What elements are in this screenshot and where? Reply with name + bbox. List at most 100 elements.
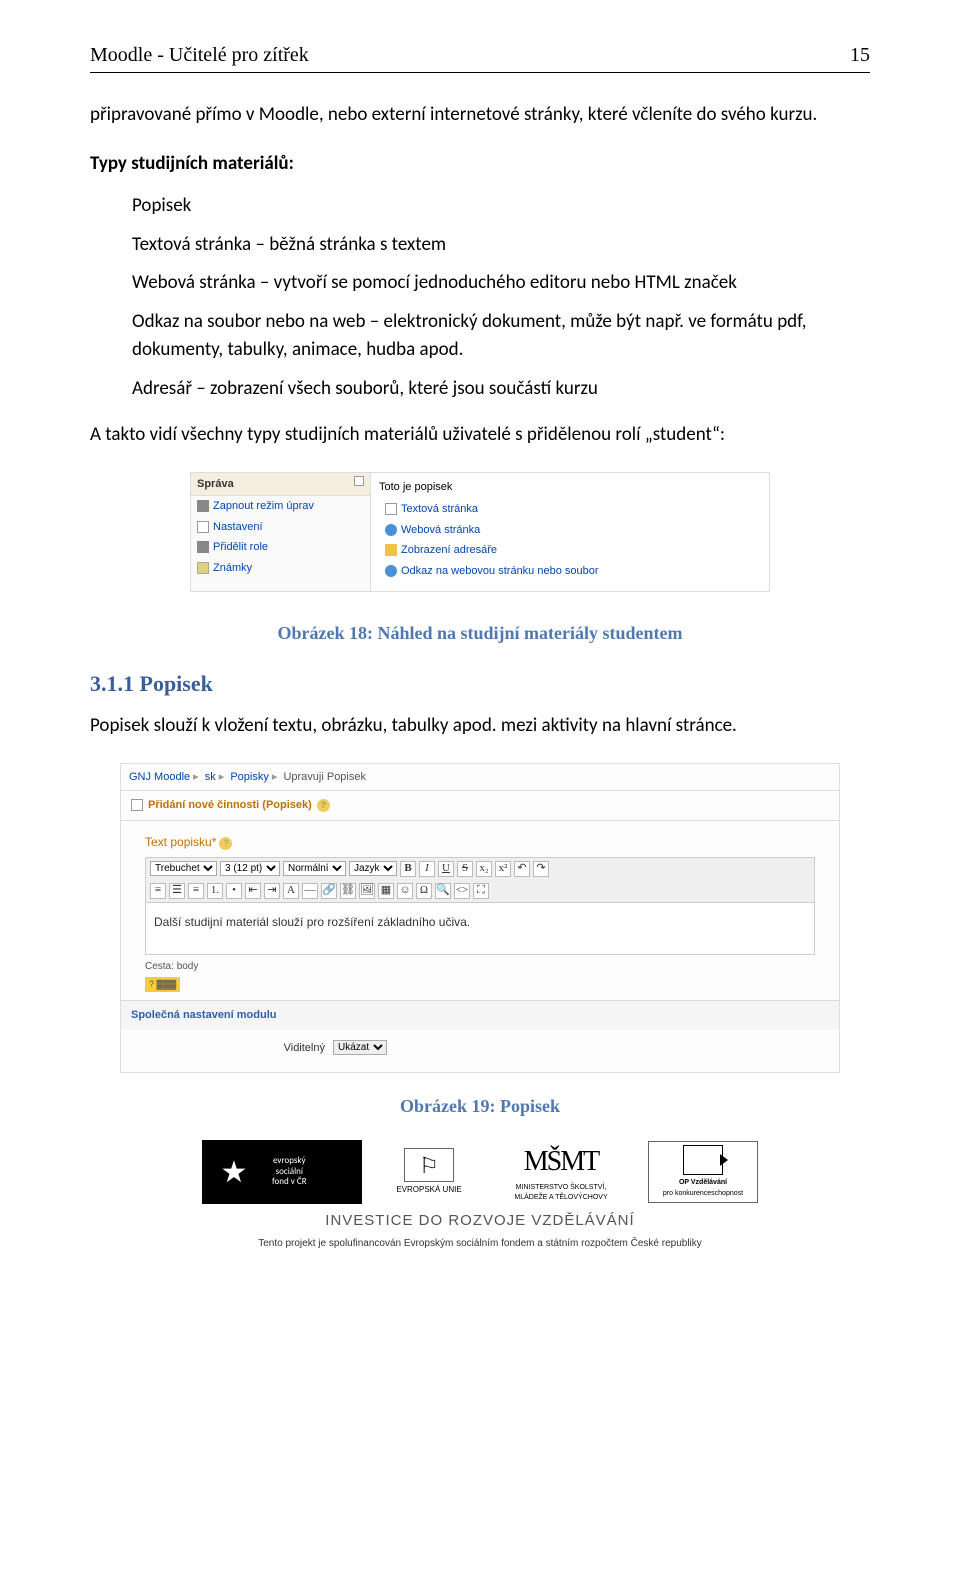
hr-button[interactable]: —: [302, 883, 318, 899]
roles-icon: [197, 541, 209, 553]
eu-logo: ⚐ EVROPSKÁ UNIE: [384, 1148, 474, 1196]
field-label: Text popisku*: [145, 833, 216, 851]
doc-icon: [197, 521, 209, 533]
eu-flag-icon: ⚐: [404, 1148, 454, 1182]
unlink-button[interactable]: ⛓: [340, 883, 356, 899]
resource-item[interactable]: Webová stránka: [379, 520, 761, 541]
sidebar-item[interactable]: Přidělit role: [191, 537, 370, 558]
grades-icon: [197, 562, 209, 574]
opvk-logo: OP Vzdělávání pro konkurenceschopnost: [648, 1141, 758, 1203]
html-button[interactable]: <>: [454, 883, 470, 899]
doc-title: Moodle - Učitelé pro zítřek: [90, 40, 309, 70]
list-ul-button[interactable]: •: [226, 883, 242, 899]
gear-icon: [197, 500, 209, 512]
help-icon[interactable]: ?: [219, 837, 232, 850]
crumb-current: Upravuji Popisek: [283, 771, 366, 783]
size-select[interactable]: 3 (12 pt): [220, 861, 280, 876]
crumb-link[interactable]: GNJ Moodle: [129, 771, 190, 783]
visibility-select[interactable]: Ukázat: [333, 1040, 387, 1055]
msmt-line2: MLÁDEŽE A TĚLOVÝCHOVY: [496, 1193, 626, 1204]
path-value: body: [177, 961, 199, 972]
type-adresar: Adresář – zobrazení všech souborů, které…: [132, 375, 870, 404]
opvk-arrow-icon: [683, 1145, 723, 1175]
sidebar-item[interactable]: Nastavení: [191, 517, 370, 538]
resource-link[interactable]: Textová stránka: [401, 501, 478, 518]
sidebar-item[interactable]: Známky: [191, 558, 370, 579]
editor-textarea[interactable]: Další studijní materiál slouží pro rozší…: [145, 903, 815, 955]
breadcrumb: GNJ Moodle▸ sk▸ Popisky▸ Upravuji Popise…: [121, 764, 839, 792]
resource-link[interactable]: Odkaz na webovou stránku nebo soubor: [401, 563, 599, 580]
form-section-title: Přidání nové činnosti (Popisek): [148, 797, 312, 814]
font-select[interactable]: Trebuchet: [150, 861, 217, 876]
msmt-line1: MINISTERSTVO ŠKOLSTVÍ,: [496, 1183, 626, 1194]
intro-paragraph: připravované přímo v Moodle, nebo extern…: [90, 101, 870, 130]
sidebar-link[interactable]: Známky: [213, 560, 252, 577]
strike-button[interactable]: S: [457, 861, 473, 877]
crumb-link[interactable]: sk: [205, 771, 216, 783]
align-center-button[interactable]: ☰: [169, 883, 185, 899]
editor-toolbar: Trebuchet 3 (12 pt) Normální Jazyk B I U…: [145, 857, 815, 903]
list-ol-button[interactable]: 1.: [207, 883, 223, 899]
help-icon[interactable]: ?: [317, 799, 330, 812]
figure-caption-18: Obrázek 18: Náhled na studijní materiály…: [90, 620, 870, 647]
footer: ★ evropský sociální fond v ČR ⚐ EVROPSKÁ…: [90, 1140, 870, 1251]
screenshot-edit-label: GNJ Moodle▸ sk▸ Popisky▸ Upravuji Popise…: [120, 763, 840, 1074]
sub-button[interactable]: x₂: [476, 861, 492, 877]
fullscreen-button[interactable]: ⛶: [473, 883, 489, 899]
esf-line3: fond v ČR: [272, 1177, 307, 1188]
student-view-paragraph: A takto vidí všechny typy studijních mat…: [90, 421, 870, 450]
resource-item[interactable]: Zobrazení adresáře: [379, 540, 761, 561]
sidebar-link[interactable]: Přidělit role: [213, 539, 268, 556]
resource-item[interactable]: Textová stránka: [379, 499, 761, 520]
resource-link[interactable]: Webová stránka: [401, 522, 480, 539]
msmt-mark: MŠMT: [496, 1141, 626, 1183]
esf-star-icon: ★: [202, 1140, 266, 1204]
label-resource: Toto je popisek: [379, 479, 761, 496]
align-right-button[interactable]: ≡: [188, 883, 204, 899]
color-button[interactable]: A: [283, 883, 299, 899]
find-button[interactable]: 🔍: [435, 883, 451, 899]
opvk-line2: pro konkurenceschopnost: [652, 1189, 754, 1200]
sidebar-link[interactable]: Zapnout režim úprav: [213, 498, 314, 515]
opvk-line1: OP Vzdělávání: [652, 1178, 754, 1189]
indent-button[interactable]: ⇥: [264, 883, 280, 899]
emoji-button[interactable]: ☺: [397, 883, 413, 899]
char-button[interactable]: Ω: [416, 883, 432, 899]
panel-header: Správa: [191, 473, 370, 497]
resource-item[interactable]: Odkaz na webovou stránku nebo soubor: [379, 561, 761, 582]
page-icon: [385, 503, 397, 515]
module-settings-header[interactable]: Společná nastavení modulu: [121, 1000, 839, 1030]
label-icon: [131, 799, 143, 811]
undo-button[interactable]: ↶: [514, 861, 530, 877]
image-button[interactable]: 🖼: [359, 883, 375, 899]
sidebar-link[interactable]: Nastavení: [213, 519, 263, 536]
globe-icon: [385, 524, 397, 536]
outdent-button[interactable]: ⇤: [245, 883, 261, 899]
subsection-heading: 3.1.1 Popisek: [90, 667, 870, 700]
logo-row: ★ evropský sociální fond v ČR ⚐ EVROPSKÁ…: [90, 1140, 870, 1204]
screenshot-student-view: Správa Zapnout režim úprav Nastavení Při…: [190, 472, 770, 593]
type-textova: Textová stránka – běžná stránka s textem: [132, 231, 870, 260]
align-left-button[interactable]: ≡: [150, 883, 166, 899]
section-heading: Typy studijních materiálů:: [90, 150, 870, 179]
table-button[interactable]: ▦: [378, 883, 394, 899]
lang-select[interactable]: Jazyk: [349, 861, 397, 876]
italic-button[interactable]: I: [419, 861, 435, 877]
visibility-label: Viditelný: [145, 1040, 325, 1057]
folder-icon: [385, 544, 397, 556]
style-select[interactable]: Normální: [283, 861, 346, 876]
crumb-link[interactable]: Popisky: [230, 771, 269, 783]
type-webova: Webová stránka – vytvoří se pomocí jedno…: [132, 269, 870, 298]
sup-button[interactable]: x²: [495, 861, 511, 877]
underline-button[interactable]: U: [438, 861, 454, 877]
cofunding-note: Tento projekt je spolufinancován Evropsk…: [90, 1236, 870, 1251]
sidebar-item[interactable]: Zapnout režim úprav: [191, 496, 370, 517]
collapse-icon[interactable]: [354, 476, 364, 486]
link-button[interactable]: 🔗: [321, 883, 337, 899]
bold-button[interactable]: B: [400, 861, 416, 877]
esf-logo: ★ evropský sociální fond v ČR: [202, 1140, 362, 1204]
redo-button[interactable]: ↷: [533, 861, 549, 877]
page-number: 15: [850, 40, 870, 70]
resource-link[interactable]: Zobrazení adresáře: [401, 542, 497, 559]
type-popisek: Popisek: [132, 192, 870, 221]
